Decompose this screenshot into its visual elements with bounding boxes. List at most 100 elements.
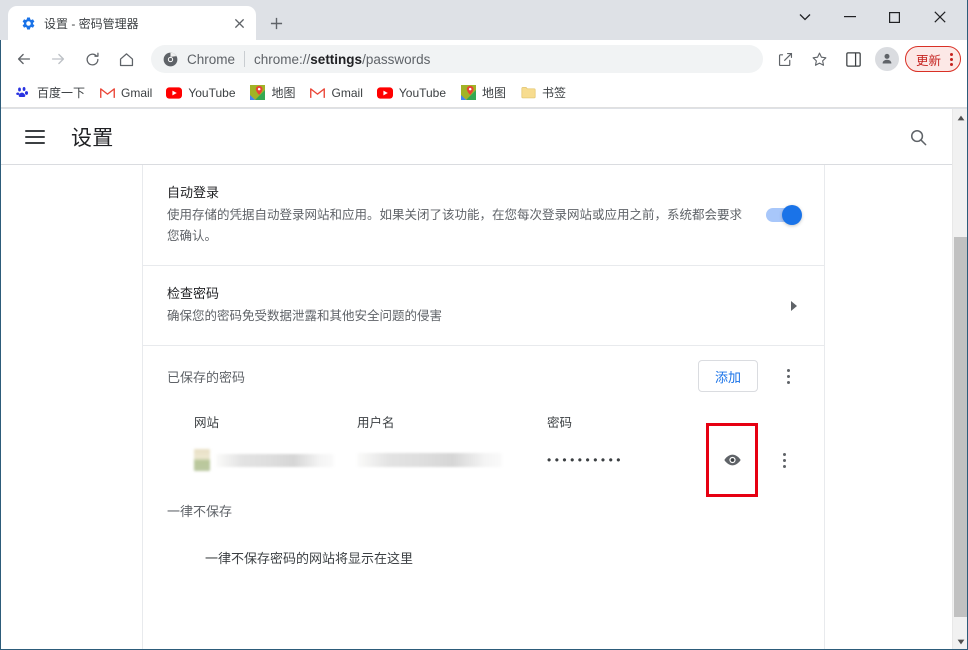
- gmail-icon: [99, 85, 115, 101]
- google-maps-icon: [250, 85, 266, 101]
- bookmark-item[interactable]: Gmail: [306, 81, 371, 105]
- new-tab-button[interactable]: [262, 9, 290, 37]
- bookmark-label: YouTube: [188, 85, 236, 100]
- url-bold-segment: settings: [310, 51, 363, 67]
- saved-passwords-more-icon[interactable]: [772, 360, 804, 392]
- bookmark-item[interactable]: 百度一下: [11, 81, 93, 105]
- column-header-username: 用户名: [357, 416, 395, 430]
- settings-header: 设置: [1, 109, 952, 165]
- cell-username: [357, 453, 547, 467]
- bookmark-label: YouTube: [398, 85, 447, 100]
- bookmarks-bar: 百度一下 Gmail YouTube 地图 Gmail YouTube 地图 书…: [1, 78, 967, 108]
- password-mask: ••••••••••: [547, 453, 625, 467]
- bookmark-item[interactable]: Gmail: [95, 81, 160, 105]
- check-passwords-description: 确保您的密码免受数据泄露和其他安全问题的侵害: [167, 309, 443, 323]
- scroll-up-arrow-icon[interactable]: [953, 109, 968, 126]
- youtube-icon: [376, 85, 393, 101]
- bookmark-label: Gmail: [331, 85, 363, 100]
- url-suffix: /passwords: [362, 51, 431, 67]
- scrollbar-thumb[interactable]: [954, 237, 968, 617]
- auto-signin-toggle[interactable]: [766, 205, 802, 225]
- passwords-card: 自动登录 使用存储的凭据自动登录网站和应用。如果关闭了该功能，在您每次登录网站或…: [142, 165, 825, 649]
- tab-strip: 设置 - 密码管理器: [0, 0, 968, 40]
- check-passwords-title: 检查密码: [167, 286, 220, 301]
- bookmark-item[interactable]: YouTube: [162, 81, 243, 105]
- bookmark-label: 书签: [542, 86, 567, 100]
- cell-password: ••••••••••: [547, 453, 800, 467]
- update-button[interactable]: 更新: [904, 46, 961, 72]
- three-dot-menu-icon[interactable]: [950, 52, 953, 66]
- never-saved-empty-text: 一律不保存密码的网站将显示在这里: [205, 551, 414, 566]
- saved-passwords-label: 已保存的密码: [167, 369, 246, 385]
- auto-signin-description: 使用存储的凭据自动登录网站和应用。如果关闭了该功能，在您每次登录网站或应用之前，…: [167, 208, 743, 243]
- bookmark-item[interactable]: YouTube: [373, 81, 454, 105]
- browser-tab[interactable]: 设置 - 密码管理器: [8, 6, 256, 40]
- youtube-icon: [166, 85, 183, 101]
- window-border-left: [0, 40, 1, 650]
- settings-gear-icon: [20, 15, 36, 31]
- settings-right-gutter: [825, 165, 952, 649]
- home-icon[interactable]: [111, 44, 141, 74]
- search-icon[interactable]: [906, 125, 930, 149]
- omnibox-url: chrome://settings/passwords: [254, 52, 430, 67]
- maximize-button[interactable]: [872, 2, 917, 32]
- gmail-icon: [310, 85, 326, 101]
- side-panel-icon[interactable]: [840, 45, 868, 73]
- settings-scroll-area: 自动登录 使用存储的凭据自动登录网站和应用。如果关闭了该功能，在您每次登录网站或…: [1, 165, 952, 649]
- bookmark-item[interactable]: 地图: [456, 81, 514, 105]
- add-password-button[interactable]: 添加: [697, 360, 758, 392]
- scroll-down-arrow-icon[interactable]: [953, 633, 968, 650]
- check-passwords-row[interactable]: 检查密码 确保您的密码免受数据泄露和其他安全问题的侵害: [143, 266, 824, 346]
- page-title: 设置: [71, 126, 114, 150]
- browser-window: 设置 - 密码管理器 Chrome chrome://settings/pass…: [0, 0, 968, 650]
- address-bar[interactable]: Chrome chrome://settings/passwords: [151, 45, 763, 73]
- table-row[interactable]: ••••••••••: [167, 423, 800, 497]
- close-button[interactable]: [917, 2, 962, 32]
- browser-toolbar: Chrome chrome://settings/passwords 更新: [1, 40, 967, 78]
- vertical-scrollbar[interactable]: [952, 109, 968, 650]
- chrome-logo-icon: [163, 51, 179, 67]
- site-value-redacted: [216, 453, 334, 467]
- username-value-redacted: [357, 453, 502, 467]
- settings-sidebar-region: [1, 165, 142, 649]
- close-icon[interactable]: [230, 14, 248, 32]
- baidu-icon: [15, 85, 31, 101]
- star-icon[interactable]: [806, 45, 834, 73]
- tab-search-icon[interactable]: [782, 2, 827, 32]
- auto-signin-title: 自动登录: [167, 185, 220, 200]
- omnibox-chip-label: Chrome: [187, 51, 236, 67]
- avatar[interactable]: [874, 47, 899, 71]
- url-prefix: chrome://: [254, 51, 311, 67]
- show-password-highlight-box: [706, 423, 758, 497]
- column-header-site: 网站: [194, 416, 220, 430]
- minimize-button[interactable]: [827, 2, 872, 32]
- reload-icon[interactable]: [77, 44, 107, 74]
- column-header-password: 密码: [547, 416, 573, 430]
- folder-icon: [520, 85, 536, 101]
- bookmark-label: 地图: [482, 86, 507, 100]
- eye-icon[interactable]: [718, 446, 746, 474]
- chevron-right-icon[interactable]: [788, 300, 800, 312]
- auto-signin-row[interactable]: 自动登录 使用存储的凭据自动登录网站和应用。如果关闭了该功能，在您每次登录网站或…: [143, 165, 824, 266]
- bookmark-label: Gmail: [121, 85, 153, 100]
- google-maps-icon: [460, 85, 476, 101]
- hamburger-menu-icon[interactable]: [25, 125, 49, 149]
- bookmark-label: 地图: [271, 86, 296, 100]
- saved-passwords-header: 已保存的密码 添加: [143, 346, 824, 406]
- window-controls: [782, 0, 962, 34]
- row-more-icon[interactable]: [768, 444, 800, 476]
- bookmark-item[interactable]: 地图: [246, 81, 304, 105]
- settings-page: 设置 自动登录 使用存储的凭据自动登录网站和应用。如果关闭了该功能，在您每次登录…: [1, 109, 952, 649]
- auto-signin-text: 自动登录 使用存储的凭据自动登录网站和应用。如果关闭了该功能，在您每次登录网站或…: [167, 183, 766, 247]
- share-icon[interactable]: [772, 45, 800, 73]
- back-icon[interactable]: [9, 44, 39, 74]
- check-passwords-text: 检查密码 确保您的密码免受数据泄露和其他安全问题的侵害: [167, 284, 788, 327]
- omnibox-separator: [244, 51, 246, 67]
- bookmark-folder-item[interactable]: 书签: [516, 81, 574, 105]
- update-button-label: 更新: [915, 53, 941, 68]
- tab-title: 设置 - 密码管理器: [44, 16, 139, 31]
- forward-icon[interactable]: [43, 44, 73, 74]
- site-favicon: [194, 449, 210, 471]
- bookmark-label: 百度一下: [37, 86, 86, 100]
- toggle-knob: [782, 205, 802, 225]
